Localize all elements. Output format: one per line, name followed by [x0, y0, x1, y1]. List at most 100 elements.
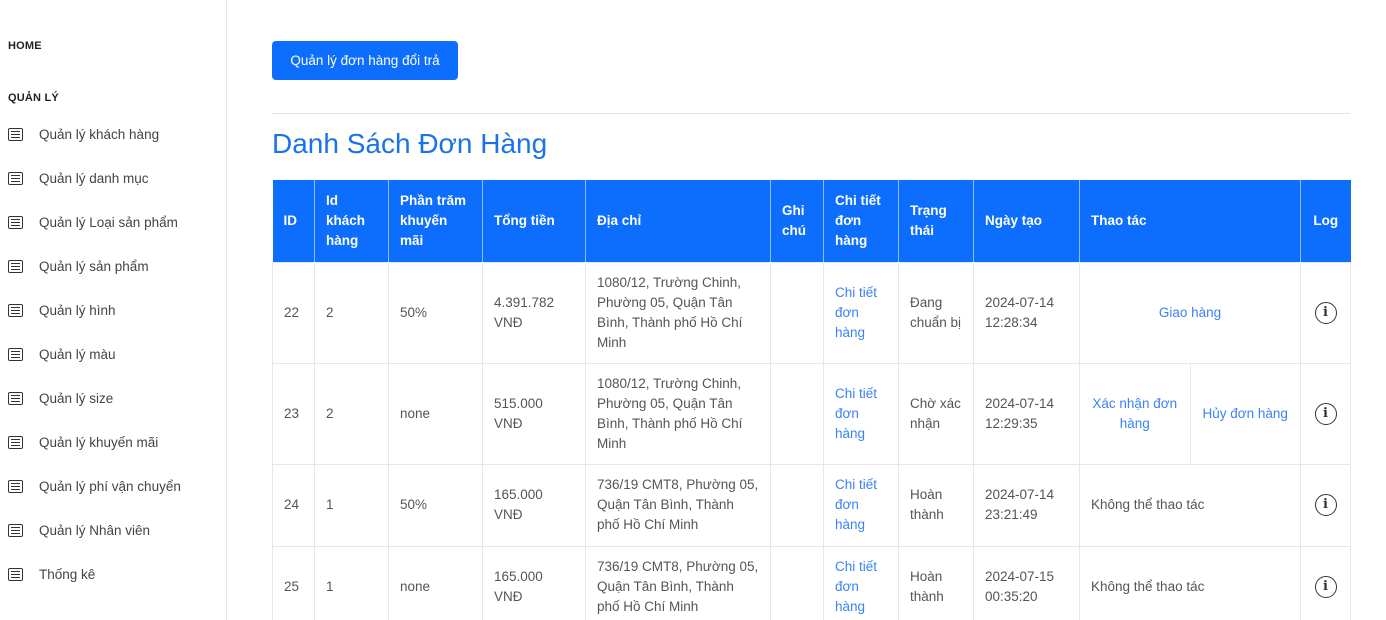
list-icon — [8, 347, 23, 361]
cell-address: 1080/12, Trường Chinh, Phường 05, Quận T… — [585, 261, 771, 364]
list-icon — [8, 303, 23, 317]
table-header-row: ID Id khách hàng Phần trăm khuyến mãi Tổ… — [272, 180, 1351, 262]
list-icon — [8, 259, 23, 273]
cell-note — [770, 463, 824, 547]
header-id: ID — [272, 180, 315, 262]
cell-status: Chờ xác nhận — [898, 362, 974, 465]
cell-actions: Xác nhận đơn hàng Hủy đơn hàng — [1079, 362, 1301, 465]
cell-discount: 50% — [388, 261, 483, 364]
table-row: 24 1 50% 165.000 VNĐ 736/19 CMT8, Phường… — [272, 463, 1351, 547]
sidebar-item-label: Quản lý khách hàng — [39, 126, 160, 142]
order-detail-link[interactable]: Chi tiết đơn hàng — [835, 559, 877, 614]
cell-customer-id: 1 — [314, 463, 389, 547]
sidebar-item-shipping-fees[interactable]: Quản lý phí vận chuyển — [0, 464, 227, 508]
list-icon — [8, 127, 23, 141]
header-detail: Chi tiết đơn hàng — [823, 180, 899, 262]
cell-address: 736/19 CMT8, Phường 05, Quận Tân Bình, T… — [585, 463, 771, 547]
header-total: Tổng tiền — [482, 180, 586, 262]
sidebar-item-promotions[interactable]: Quản lý khuyến mãi — [0, 420, 227, 464]
page-title: Danh Sách Đơn Hàng — [272, 128, 548, 159]
header-discount: Phần trăm khuyến mãi — [388, 180, 483, 262]
sidebar-item-products[interactable]: Quản lý sản phẩm — [0, 244, 227, 288]
list-icon — [8, 171, 23, 185]
list-icon — [8, 391, 23, 405]
sidebar-item-statistics[interactable]: Thống kê — [0, 552, 227, 596]
sidebar-section-heading: QUẢN LÝ — [8, 92, 59, 104]
header-address: Địa chỉ — [585, 180, 771, 262]
order-detail-link[interactable]: Chi tiết đơn hàng — [835, 386, 877, 441]
ship-order-link[interactable]: Giao hàng — [1159, 305, 1221, 320]
sidebar-item-images[interactable]: Quản lý hình — [0, 288, 227, 332]
sidebar-home-link[interactable]: HOME — [8, 40, 42, 52]
cell-created: 2024-07-14 12:28:34 — [973, 261, 1080, 364]
cell-total: 515.000 VNĐ — [482, 362, 586, 465]
info-icon[interactable]: i — [1314, 494, 1337, 516]
sidebar-item-staff[interactable]: Quản lý Nhân viên — [0, 508, 227, 552]
header-customer-id: Id khách hàng — [314, 180, 389, 262]
header-log: Log — [1300, 180, 1351, 262]
cell-id: 23 — [272, 362, 315, 465]
cell-created: 2024-07-15 00:35:20 — [973, 545, 1080, 620]
cell-log: i — [1300, 463, 1351, 547]
confirm-order-cell: Xác nhận đơn hàng — [1080, 363, 1191, 464]
cell-discount: none — [388, 545, 483, 620]
sidebar-item-label: Quản lý danh mục — [39, 170, 149, 186]
cell-actions: Giao hàng — [1079, 261, 1301, 364]
sidebar-item-colors[interactable]: Quản lý màu — [0, 332, 227, 376]
cell-detail: Chi tiết đơn hàng — [823, 362, 899, 465]
table-row: 22 2 50% 4.391.782 VNĐ 1080/12, Trường C… — [272, 261, 1351, 364]
sidebar-item-label: Quản lý sản phẩm — [39, 258, 149, 274]
header-status: Trạng thái — [898, 180, 974, 262]
sidebar-item-label: Quản lý khuyến mãi — [39, 434, 159, 450]
cell-created: 2024-07-14 23:21:49 — [973, 463, 1080, 547]
sidebar-item-customers[interactable]: Quản lý khách hàng — [0, 112, 227, 156]
confirm-order-link[interactable]: Xác nhận đơn hàng — [1090, 394, 1180, 434]
cell-note — [770, 362, 824, 465]
divider — [272, 113, 1350, 114]
info-icon[interactable]: i — [1314, 576, 1337, 598]
sidebar-item-sizes[interactable]: Quản lý size — [0, 376, 227, 420]
table-row: 25 1 none 165.000 VNĐ 736/19 CMT8, Phườn… — [272, 545, 1351, 620]
sidebar-item-categories[interactable]: Quản lý danh mục — [0, 156, 227, 200]
cell-detail: Chi tiết đơn hàng — [823, 463, 899, 547]
cell-id: 24 — [272, 463, 315, 547]
cancel-order-link[interactable]: Hủy đơn hàng — [1203, 404, 1288, 424]
header-note: Ghi chú — [770, 180, 824, 262]
cell-status: Hoàn thành — [898, 545, 974, 620]
cell-total: 165.000 VNĐ — [482, 545, 586, 620]
cell-note — [770, 261, 824, 364]
sidebar-item-product-types[interactable]: Quản lý Loại sản phẩm — [0, 200, 227, 244]
sidebar-item-label: Quản lý Loại sản phẩm — [39, 214, 178, 230]
cell-id: 22 — [272, 261, 315, 364]
header-created: Ngày tạo — [973, 180, 1080, 262]
table-row: 23 2 none 515.000 VNĐ 1080/12, Trường Ch… — [272, 362, 1351, 465]
sidebar-item-label: Quản lý Nhân viên — [39, 522, 151, 538]
cell-address: 1080/12, Trường Chinh, Phường 05, Quận T… — [585, 362, 771, 465]
sidebar-item-label: Thống kê — [39, 566, 96, 582]
cell-address: 736/19 CMT8, Phường 05, Quận Tân Bình, T… — [585, 545, 771, 620]
list-icon — [8, 523, 23, 537]
sidebar-item-label: Quản lý màu — [39, 346, 116, 362]
list-icon — [8, 479, 23, 493]
cell-customer-id: 2 — [314, 261, 389, 364]
list-icon — [8, 215, 23, 229]
cancel-order-cell: Hủy đơn hàng — [1191, 364, 1301, 464]
list-icon — [8, 567, 23, 581]
sidebar-item-label: Quản lý phí vận chuyển — [39, 478, 181, 494]
order-detail-link[interactable]: Chi tiết đơn hàng — [835, 285, 877, 340]
cell-total: 165.000 VNĐ — [482, 463, 586, 547]
sidebar-item-label: Quản lý hình — [39, 302, 116, 318]
cell-discount: 50% — [388, 463, 483, 547]
order-detail-link[interactable]: Chi tiết đơn hàng — [835, 477, 877, 532]
orders-table: ID Id khách hàng Phần trăm khuyến mãi Tổ… — [272, 180, 1351, 620]
info-icon[interactable]: i — [1314, 301, 1337, 324]
cell-customer-id: 1 — [314, 545, 389, 620]
sidebar: HOME QUẢN LÝ Quản lý khách hàng Quản lý … — [0, 0, 227, 620]
action-group: Xác nhận đơn hàng Hủy đơn hàng — [1080, 363, 1301, 464]
cell-id: 25 — [272, 545, 315, 620]
sidebar-item-label: Quản lý size — [39, 390, 114, 406]
cell-status: Đang chuẩn bị — [898, 261, 974, 364]
cell-discount: none — [388, 362, 483, 465]
info-icon[interactable]: i — [1314, 402, 1337, 425]
return-orders-button[interactable]: Quản lý đơn hàng đổi trả — [272, 41, 458, 80]
